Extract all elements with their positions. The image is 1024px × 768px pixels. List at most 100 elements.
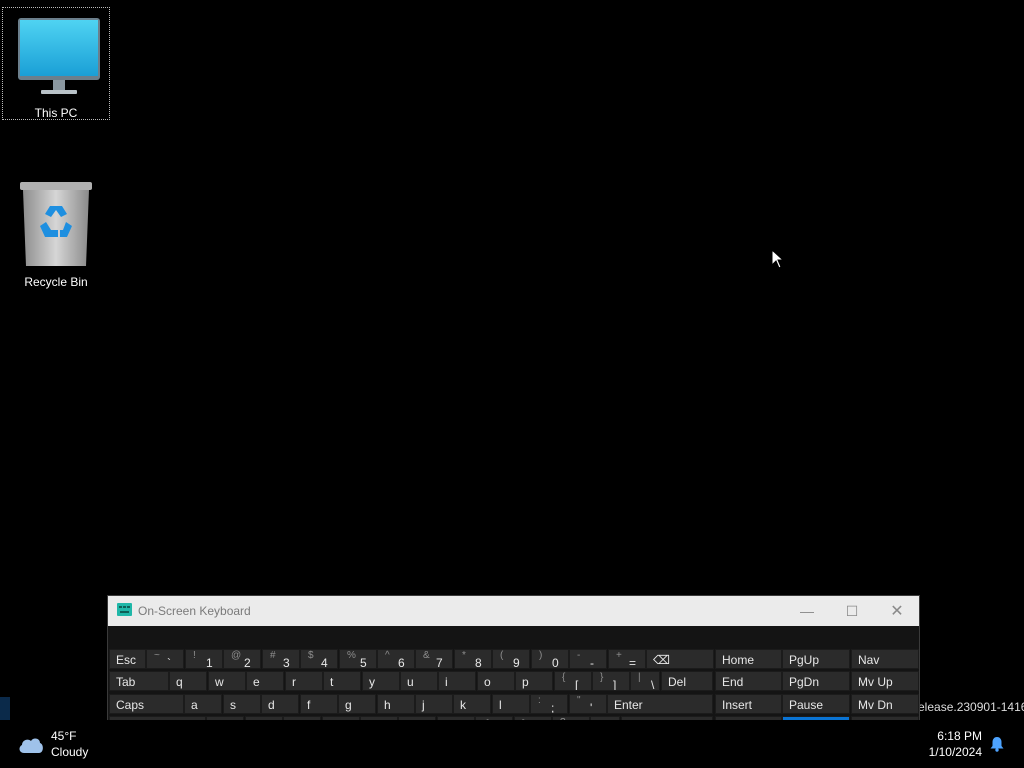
key-h[interactable]: h xyxy=(377,694,415,714)
key-6[interactable]: ^ 6 xyxy=(377,649,415,669)
key-caps[interactable]: Caps xyxy=(109,694,184,714)
key-l[interactable]: l xyxy=(492,694,530,714)
weather-widget[interactable]: 45°F Cloudy xyxy=(14,728,104,762)
shift-symbol: ( xyxy=(500,650,504,661)
key-blank[interactable]: }] xyxy=(592,671,630,691)
key-label: r xyxy=(292,675,296,689)
backspace-key[interactable]: ⌫ xyxy=(646,649,714,669)
shift-symbol: " xyxy=(577,695,581,706)
key-mv-dn[interactable]: Mv Dn xyxy=(851,694,919,714)
key-blank[interactable]: :; xyxy=(530,694,568,714)
key-0[interactable]: ) 0 xyxy=(531,649,569,669)
minimize-button[interactable]: — xyxy=(785,596,829,626)
key-blank[interactable]: + = xyxy=(608,649,646,669)
key-p[interactable]: p xyxy=(515,671,553,691)
shift-symbol: @ xyxy=(231,650,242,661)
recycle-bin-label: Recycle Bin xyxy=(24,275,88,289)
key-g[interactable]: g xyxy=(338,694,376,714)
key-s[interactable]: s xyxy=(223,694,261,714)
key-pgup[interactable]: PgUp xyxy=(782,649,850,669)
key-a[interactable]: a xyxy=(184,694,222,714)
build-watermark: elease.230901-1416 xyxy=(918,700,1024,714)
key-pgdn[interactable]: PgDn xyxy=(782,671,850,691)
key-i[interactable]: i xyxy=(438,671,476,691)
key-u[interactable]: u xyxy=(400,671,438,691)
key-7[interactable]: & 7 xyxy=(415,649,453,669)
maximize-button[interactable]: ☐ xyxy=(830,596,874,626)
key-insert[interactable]: Insert xyxy=(715,694,782,714)
key-label: Nav xyxy=(858,653,880,667)
key-label: 9 xyxy=(513,656,520,669)
key-y[interactable]: y xyxy=(362,671,400,691)
key-label: p xyxy=(522,675,529,689)
key-label: t xyxy=(330,675,334,689)
key-d[interactable]: d xyxy=(261,694,299,714)
shift-symbol: { xyxy=(562,672,566,683)
key-k[interactable]: k xyxy=(453,694,491,714)
key-o[interactable]: o xyxy=(477,671,515,691)
key-1[interactable]: ! 1 xyxy=(185,649,223,669)
bell-icon[interactable] xyxy=(989,736,1005,752)
key-9[interactable]: (9 xyxy=(492,649,530,669)
shift-symbol: | xyxy=(638,672,641,683)
shift-symbol: ^ xyxy=(385,650,390,661)
key-label: l xyxy=(499,698,502,712)
key-esc[interactable]: Esc xyxy=(109,649,146,669)
this-pc-shortcut[interactable]: This PC xyxy=(2,7,110,120)
key-label: Mv Up xyxy=(858,675,893,689)
key-label: e xyxy=(253,675,260,689)
key-label: 3 xyxy=(283,656,290,669)
close-button[interactable]: ✕ xyxy=(875,596,919,626)
key-t[interactable]: t xyxy=(323,671,361,691)
key-2[interactable]: @2 xyxy=(223,649,261,669)
key-nav[interactable]: Nav xyxy=(851,649,919,669)
key-r[interactable]: r xyxy=(285,671,323,691)
key-4[interactable]: $4 xyxy=(300,649,338,669)
system-clock[interactable]: 6:18 PM 1/10/2024 xyxy=(929,728,982,760)
keyboard-app-icon xyxy=(117,603,132,616)
key-label: PgUp xyxy=(789,653,820,667)
osk-title: On-Screen Keyboard xyxy=(138,604,251,618)
key-5[interactable]: % 5 xyxy=(339,649,377,669)
key-enter[interactable]: Enter xyxy=(607,694,713,714)
key-mv-up[interactable]: Mv Up xyxy=(851,671,919,691)
key-label: w xyxy=(215,675,224,689)
key-blank[interactable]: -- xyxy=(569,649,607,669)
key-8[interactable]: * 8 xyxy=(454,649,492,669)
recycle-bin-shortcut[interactable]: Recycle Bin xyxy=(2,180,110,295)
key-label: ; xyxy=(551,701,555,714)
key-blank[interactable]: ~ ` xyxy=(146,649,184,669)
key-f[interactable]: f xyxy=(300,694,338,714)
backspace-icon: ⌫ xyxy=(653,653,670,667)
shift-symbol: - xyxy=(577,650,581,661)
key-del[interactable]: Del xyxy=(661,671,713,691)
key-label: 7 xyxy=(436,656,443,669)
key-blank[interactable]: | \ xyxy=(630,671,660,691)
key-w[interactable]: w xyxy=(208,671,246,691)
key-label: 5 xyxy=(360,656,367,669)
key-label: g xyxy=(345,698,352,712)
key-blank[interactable]: " ' xyxy=(569,694,607,714)
key-label: [ xyxy=(575,678,579,691)
shift-symbol: ~ xyxy=(154,650,160,661)
key-j[interactable]: j xyxy=(415,694,453,714)
key-label: 0 xyxy=(552,656,559,669)
osk-title-bar[interactable]: On-Screen Keyboard — ☐ ✕ xyxy=(108,596,919,626)
key-label: h xyxy=(384,698,391,712)
key-blank[interactable]: {[ xyxy=(554,671,592,691)
key-e[interactable]: e xyxy=(246,671,284,691)
key-label: 1 xyxy=(206,656,213,669)
key-end[interactable]: End xyxy=(715,671,782,691)
key-home[interactable]: Home xyxy=(715,649,782,669)
key-label: ] xyxy=(613,678,617,691)
key-label: q xyxy=(176,675,183,689)
key-3[interactable]: #3 xyxy=(262,649,300,669)
key-tab[interactable]: Tab xyxy=(109,671,169,691)
key-pause[interactable]: Pause xyxy=(782,694,850,714)
shift-symbol: + xyxy=(616,650,622,661)
key-label: u xyxy=(407,675,414,689)
taskbar: 45°F Cloudy 6:18 PM 1/10/2024 xyxy=(0,720,1024,768)
key-q[interactable]: q xyxy=(169,671,207,691)
maximize-icon: ☐ xyxy=(845,602,859,619)
key-label: j xyxy=(422,698,425,712)
